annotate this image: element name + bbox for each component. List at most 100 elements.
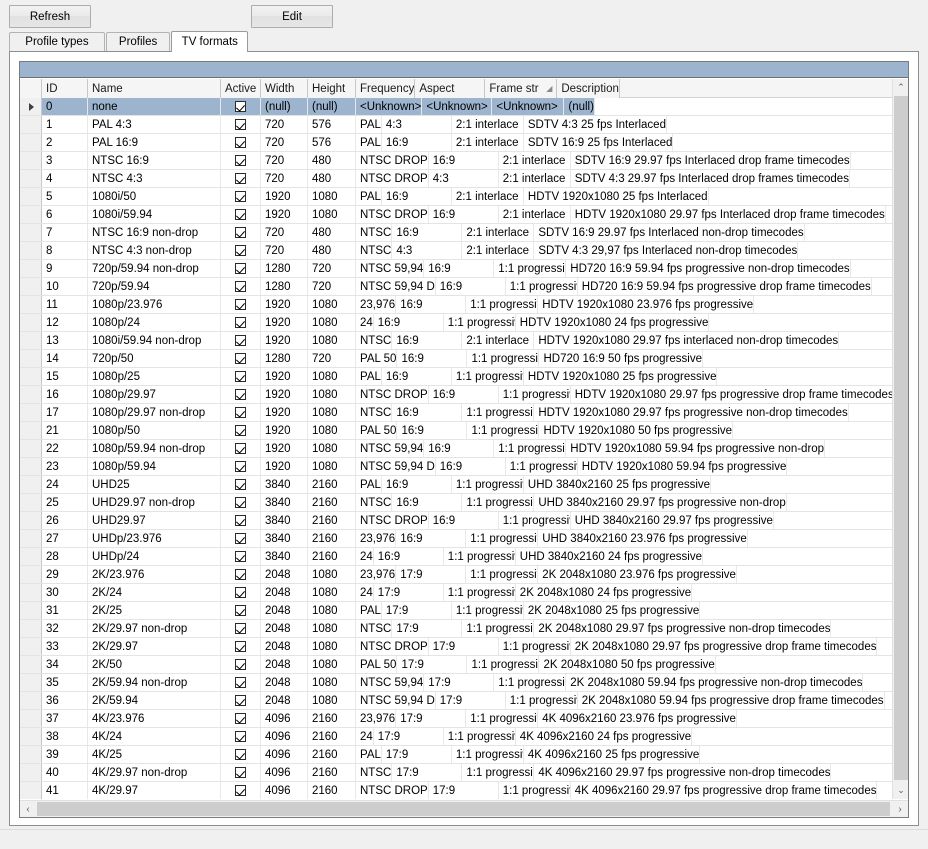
cell-frame[interactable]: 1:1 progressiv (467, 350, 540, 367)
cell-description[interactable]: HDTV 1920x1080 23.976 fps progressive (538, 296, 755, 313)
row-selector[interactable] (20, 152, 42, 169)
cell-id[interactable]: 25 (42, 494, 88, 511)
cell-active[interactable] (221, 332, 261, 349)
table-row[interactable]: 34 2K/50 2048 1080 PAL 50 17:9 1:1 progressiv 2… (20, 656, 908, 674)
cell-frequency[interactable]: 24 (356, 584, 374, 601)
cell-width[interactable]: 4096 (261, 764, 308, 781)
cell-frame[interactable]: 1:1 progressiv (466, 566, 539, 583)
cell-active[interactable] (221, 458, 261, 475)
cell-active[interactable] (221, 746, 261, 763)
cell-aspect[interactable]: 16:9 (429, 512, 499, 529)
row-selector[interactable] (20, 566, 42, 583)
cell-height[interactable]: 480 (308, 224, 356, 241)
row-selector[interactable] (20, 278, 42, 295)
cell-aspect[interactable]: 17:9 (382, 746, 452, 763)
cell-frequency[interactable]: NTSC (356, 224, 393, 241)
cell-width[interactable]: 1920 (261, 368, 308, 385)
active-checkbox[interactable] (235, 587, 246, 598)
active-checkbox[interactable] (235, 479, 246, 490)
cell-frame[interactable]: 2:1 interlace (499, 170, 571, 187)
cell-description[interactable]: SDTV 16:9 29.97 fps Interlaced non-drop … (534, 224, 805, 241)
cell-id[interactable]: 8 (42, 242, 88, 259)
table-row[interactable]: 25 UHD29.97 non-drop 3840 2160 NTSC 16:9 1:1 p… (20, 494, 908, 512)
cell-active[interactable] (221, 440, 261, 457)
row-selector[interactable] (20, 476, 42, 493)
cell-frequency[interactable]: NTSC DROP (356, 638, 429, 655)
cell-aspect[interactable]: 16:9 (374, 548, 444, 565)
cell-height[interactable]: 1080 (308, 368, 356, 385)
row-selector[interactable] (20, 98, 42, 115)
cell-description[interactable]: (null) (564, 98, 595, 115)
cell-name[interactable]: 1080p/59.94 (88, 458, 221, 475)
cell-frame[interactable]: 1:1 progressiv (452, 476, 524, 493)
active-checkbox[interactable] (235, 407, 246, 418)
row-selector[interactable] (20, 692, 42, 709)
column-header-width[interactable]: Width (261, 79, 308, 98)
cell-height[interactable]: 1080 (308, 692, 356, 709)
cell-id[interactable]: 7 (42, 224, 88, 241)
cell-name[interactable]: 2K/24 (88, 584, 221, 601)
cell-active[interactable] (221, 548, 261, 565)
cell-aspect[interactable]: 17:9 (429, 782, 499, 799)
table-row[interactable]: 23 1080p/59.94 1920 1080 NTSC 59,94 D 16:9 1:1… (20, 458, 908, 476)
cell-frequency[interactable]: NTSC (356, 404, 393, 421)
cell-height[interactable]: 720 (308, 278, 356, 295)
row-selector[interactable] (20, 314, 42, 331)
table-row[interactable]: 33 2K/29.97 2048 1080 NTSC DROP 17:9 1:1 progr… (20, 638, 908, 656)
cell-width[interactable]: 2048 (261, 584, 308, 601)
cell-height[interactable]: 1080 (308, 314, 356, 331)
active-checkbox[interactable] (235, 119, 246, 130)
cell-frame[interactable]: 1:1 progressiv (499, 386, 571, 403)
cell-width[interactable]: 1280 (261, 350, 308, 367)
cell-frame[interactable]: 1:1 progressiv (444, 548, 516, 565)
cell-active[interactable] (221, 782, 261, 799)
cell-id[interactable]: 31 (42, 602, 88, 619)
cell-aspect[interactable]: 16:9 (424, 260, 495, 277)
active-checkbox[interactable] (235, 299, 246, 310)
cell-aspect[interactable]: 16:9 (429, 386, 499, 403)
refresh-button[interactable]: Refresh (9, 5, 91, 28)
cell-width[interactable]: 1920 (261, 296, 308, 313)
table-row[interactable]: 39 4K/25 4096 2160 PAL 17:9 1:1 progressiv 4K 4… (20, 746, 908, 764)
cell-frame[interactable]: 2:1 interlace (462, 224, 535, 241)
cell-height[interactable]: 1080 (308, 188, 356, 205)
cell-name[interactable]: 1080p/50 (88, 422, 221, 439)
cell-description[interactable]: UHD 3840x2160 29.97 fps progressive non-… (534, 494, 787, 511)
cell-active[interactable] (221, 260, 261, 277)
cell-frame[interactable]: 1:1 progressiv (444, 314, 516, 331)
cell-width[interactable]: 3840 (261, 512, 308, 529)
cell-active[interactable] (221, 170, 261, 187)
cell-aspect[interactable]: 16:9 (436, 278, 506, 295)
row-selector[interactable] (20, 710, 42, 727)
row-selector[interactable] (20, 386, 42, 403)
cell-description[interactable]: HDTV 1920x1080 24 fps progressive (516, 314, 710, 331)
table-row[interactable]: 24 UHD25 3840 2160 PAL 16:9 1:1 progressiv UHD … (20, 476, 908, 494)
row-selector[interactable] (20, 674, 42, 691)
cell-height[interactable]: 1080 (308, 566, 356, 583)
cell-height[interactable]: 480 (308, 242, 356, 259)
cell-name[interactable]: 2K/29.97 (88, 638, 221, 655)
active-checkbox[interactable] (235, 749, 246, 760)
cell-width[interactable]: 1920 (261, 314, 308, 331)
cell-width[interactable]: (null) (261, 98, 308, 115)
row-selector[interactable] (20, 332, 42, 349)
cell-active[interactable] (221, 278, 261, 295)
active-checkbox[interactable] (235, 137, 246, 148)
cell-description[interactable]: 2K 2048x1080 50 fps progressive (539, 656, 716, 673)
cell-name[interactable]: 2K/50 (88, 656, 221, 673)
cell-active[interactable] (221, 566, 261, 583)
cell-active[interactable] (221, 530, 261, 547)
cell-active[interactable] (221, 494, 261, 511)
cell-id[interactable]: 39 (42, 746, 88, 763)
cell-height[interactable]: 1080 (308, 404, 356, 421)
cell-id[interactable]: 6 (42, 206, 88, 223)
cell-aspect[interactable]: 16:9 (382, 476, 452, 493)
table-row[interactable]: 17 1080p/29.97 non-drop 1920 1080 NTSC 16:9 1:… (20, 404, 908, 422)
row-selector[interactable] (20, 602, 42, 619)
cell-frame[interactable]: 1:1 progressiv (466, 296, 539, 313)
cell-aspect[interactable]: 4:3 (392, 242, 463, 259)
cell-name[interactable]: 1080i/59.94 non-drop (88, 332, 221, 349)
cell-aspect[interactable]: 16:9 (382, 134, 452, 151)
cell-height[interactable]: 1080 (308, 620, 356, 637)
cell-id[interactable]: 23 (42, 458, 88, 475)
